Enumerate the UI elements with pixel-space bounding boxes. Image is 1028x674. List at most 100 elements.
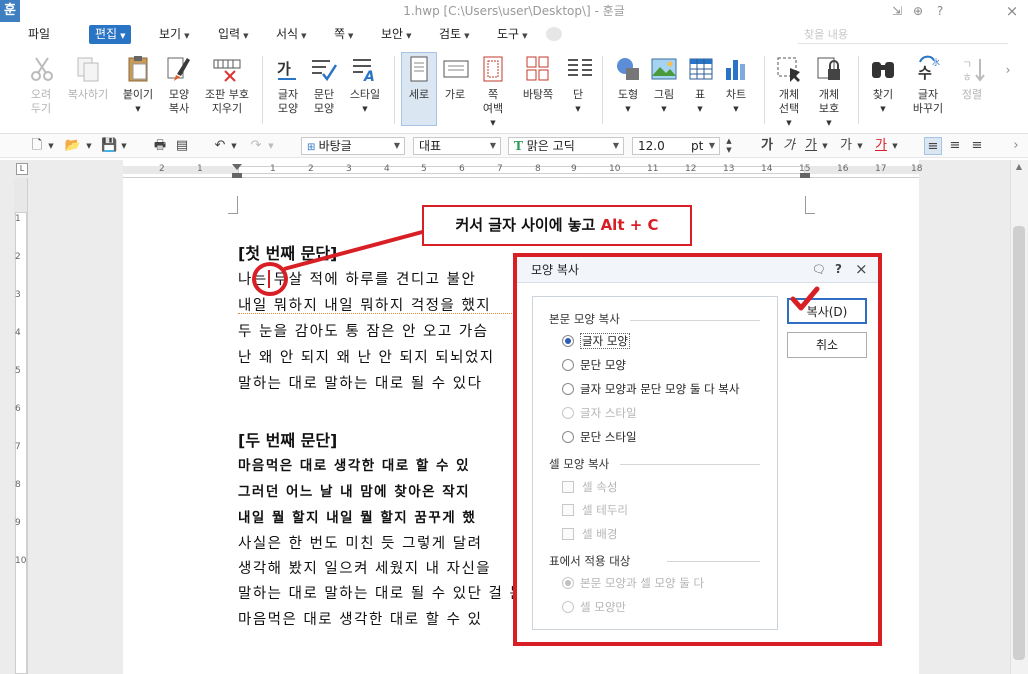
- help-icon[interactable]: ?: [932, 2, 948, 20]
- margin-button[interactable]: 쪽 여백 ▼: [476, 54, 510, 130]
- undo-icon[interactable]: ↶: [212, 137, 228, 155]
- more-tools-icon[interactable]: ›: [1008, 137, 1024, 155]
- font-size-stepper[interactable]: ▲ ▼: [723, 137, 735, 155]
- align-left-icon[interactable]: ≡: [947, 137, 963, 155]
- new-document-icon[interactable]: 🗋: [30, 137, 44, 155]
- chart-button[interactable]: 차트 ▼: [720, 54, 752, 116]
- ruler-number: 8: [15, 480, 21, 490]
- align-center-icon[interactable]: ≡: [969, 137, 985, 155]
- background-page-icon: [526, 56, 549, 81]
- sort-button[interactable]: ㄱㅎ 정렬: [956, 54, 988, 102]
- print-icon[interactable]: 🖶: [152, 137, 168, 155]
- protect-object-button[interactable]: 개체 보호 ▼: [812, 54, 846, 130]
- chevron-down-icon: ▼: [489, 141, 496, 150]
- right-indent-handle[interactable]: [800, 173, 810, 178]
- menu-view[interactable]: 보기 ▼: [159, 25, 189, 44]
- paragraph-1-line-3: 두 눈을 감아도 통 잠은 안 오고 가슴: [238, 324, 489, 340]
- para-shape-button[interactable]: 문단 모양: [307, 54, 341, 116]
- language-select[interactable]: 대표 ▼: [413, 137, 501, 155]
- cut-button[interactable]: 오려 두기: [26, 54, 56, 116]
- ruler-number: 12: [685, 164, 697, 174]
- pin-icon[interactable]: ⊕: [910, 2, 926, 20]
- menu-page[interactable]: 쪽 ▼: [334, 25, 353, 44]
- close-window-icon[interactable]: ×: [1004, 2, 1020, 20]
- style-select-value: 바탕글: [318, 139, 352, 153]
- find-button[interactable]: 찾기 ▼: [866, 54, 900, 116]
- chevron-down-icon[interactable]: ▼: [266, 137, 276, 155]
- align-justify-icon[interactable]: ≡: [924, 137, 942, 155]
- chevron-down-icon[interactable]: ▼: [855, 137, 865, 155]
- ribbon-divider: [394, 56, 395, 124]
- menu-security[interactable]: 보안 ▼: [381, 25, 411, 44]
- margin-label: 쪽 여백: [482, 88, 504, 115]
- menu-view-label: 보기: [159, 27, 182, 41]
- open-folder-icon[interactable]: 📂: [64, 137, 82, 155]
- heading-2: [두 번째 문단]: [238, 431, 338, 450]
- underline-icon[interactable]: 가: [804, 137, 818, 155]
- search-input[interactable]: 찾을 내용: [798, 25, 1008, 44]
- landscape-button[interactable]: 가로: [440, 54, 470, 102]
- menu-insert[interactable]: 입력 ▼: [218, 25, 248, 44]
- ribbon-divider: [764, 56, 765, 124]
- redo-icon[interactable]: ↷: [248, 137, 264, 155]
- font-select[interactable]: T 맑은 고딕 ▼: [508, 137, 624, 155]
- table-button[interactable]: 표 ▼: [685, 54, 715, 116]
- app-icon[interactable]: 훈: [0, 0, 20, 22]
- ruler-number: 4: [15, 328, 21, 338]
- clipboard-icon: [128, 56, 148, 82]
- chevron-down-icon: ▼: [522, 32, 528, 40]
- menu-edit[interactable]: 편집 ▼: [89, 25, 132, 44]
- scroll-up-icon[interactable]: ▲: [1013, 162, 1025, 174]
- chevron-down-icon[interactable]: ▼: [46, 137, 56, 155]
- columns-button[interactable]: 단 ▼: [564, 54, 592, 116]
- chevron-down-icon[interactable]: ▼: [229, 137, 239, 155]
- menu-edit-label: 편집: [95, 27, 118, 41]
- first-line-indent-handle[interactable]: [232, 164, 242, 170]
- chevron-down-icon: ▼: [348, 32, 354, 40]
- chevron-down-icon[interactable]: ▼: [820, 137, 830, 155]
- paste-button[interactable]: 붙이기 ▼: [120, 54, 156, 116]
- copy-button[interactable]: 복사하기: [64, 54, 112, 102]
- chevron-down-icon[interactable]: ▼: [890, 137, 900, 155]
- font-size-input[interactable]: 12.0 pt ▼: [632, 137, 720, 155]
- menu-format[interactable]: 서식 ▼: [276, 25, 306, 44]
- replace-button[interactable]: 수水 글자 바꾸기: [906, 54, 950, 116]
- format-copy-button[interactable]: 모양 복사: [162, 54, 196, 116]
- menu-file[interactable]: 파일: [28, 25, 50, 44]
- paragraph-2-line-4: 사실은 한 번도 미친 듯 그렇게 달려: [238, 536, 483, 552]
- ribbon-scroll-icon[interactable]: ›: [1000, 60, 1016, 120]
- font-color-icon[interactable]: 가: [874, 137, 888, 155]
- picture-icon: [651, 58, 677, 80]
- bold-icon[interactable]: 가: [760, 137, 774, 155]
- save-icon[interactable]: 💾: [101, 137, 117, 155]
- chevron-down-icon[interactable]: ▼: [119, 137, 129, 155]
- remove-codes-button[interactable]: 조판 부호 지우기: [200, 54, 254, 116]
- clear-codes-icon: [213, 59, 241, 82]
- italic-icon[interactable]: 가: [782, 137, 796, 155]
- preview-icon[interactable]: ▤: [174, 137, 190, 155]
- restore-icon[interactable]: ⇲: [889, 2, 905, 20]
- tab-type-icon[interactable]: L: [16, 163, 28, 175]
- menu-review-label: 검토: [439, 27, 462, 41]
- strikethrough-icon[interactable]: 가: [839, 137, 853, 155]
- scrollbar-thumb[interactable]: [1013, 226, 1025, 660]
- ruler-number: 9: [571, 164, 577, 174]
- chevron-down-icon: ▼: [406, 32, 412, 40]
- menu-review[interactable]: 검토 ▼: [439, 25, 469, 44]
- picture-button[interactable]: 그림 ▼: [648, 54, 680, 116]
- style-button[interactable]: A 스타일 ▼: [345, 54, 385, 116]
- font-type-icon: T: [514, 139, 523, 153]
- portrait-page-icon: [410, 56, 428, 82]
- left-indent-handle[interactable]: [232, 173, 242, 178]
- chevron-down-icon: ▼: [625, 105, 631, 113]
- cloud-icon[interactable]: [546, 27, 562, 41]
- shapes-button[interactable]: 도형 ▼: [610, 54, 646, 116]
- menu-tools[interactable]: 도구 ▼: [497, 25, 527, 44]
- background-page-button[interactable]: 바탕쪽: [516, 54, 560, 102]
- ruler-number: 11: [647, 164, 659, 174]
- portrait-button[interactable]: 세로: [402, 54, 436, 102]
- style-select[interactable]: ⊞ 바탕글 ▼: [301, 137, 405, 155]
- char-shape-button[interactable]: 가 글자 모양: [271, 54, 305, 116]
- select-object-button[interactable]: 개체 선택 ▼: [772, 54, 806, 130]
- chevron-down-icon[interactable]: ▼: [84, 137, 94, 155]
